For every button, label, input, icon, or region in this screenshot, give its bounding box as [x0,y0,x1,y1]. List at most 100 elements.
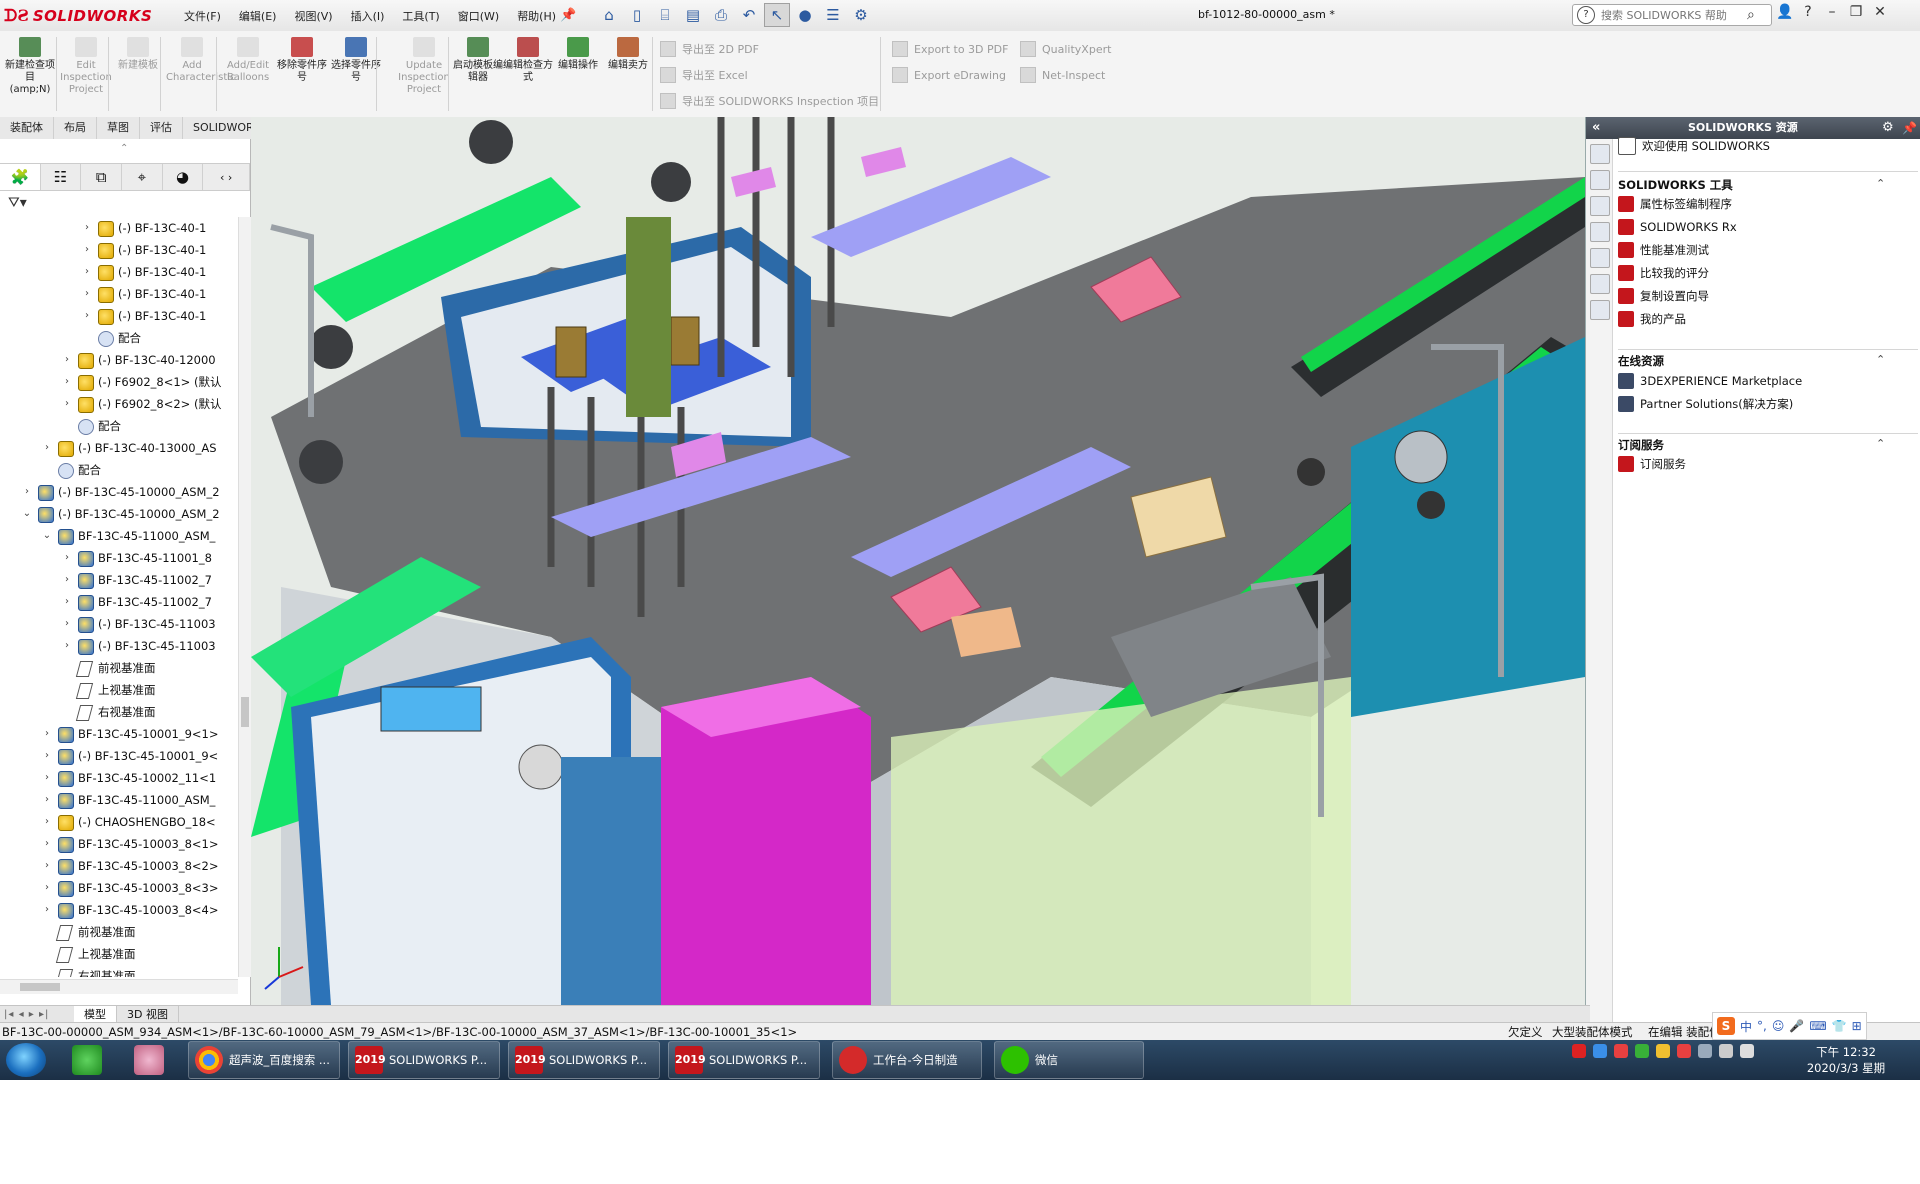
ime-button[interactable]: ⊞ [1852,1019,1862,1033]
subscription-services-link[interactable]: 订阅服务 [1618,455,1686,473]
command-tab[interactable]: 草图 [97,117,140,139]
expand-arrow-icon[interactable]: › [62,591,72,613]
tree-node[interactable]: › BF-13C-45-10003_8<2> [0,855,238,877]
marketplace-link[interactable]: 3DEXPERIENCE Marketplace [1618,372,1802,390]
model-view-tab[interactable]: 3D 视图 [117,1006,179,1023]
tree-node[interactable]: › (-) BF-13C-40-1 [0,283,238,305]
expand-arrow-icon[interactable]: › [82,305,92,327]
restore-icon[interactable]: ❐ [1848,4,1864,20]
ribbon-button[interactable]: 移除零件序号 [276,37,328,84]
expand-arrow-icon[interactable]: › [42,767,52,789]
rebuild-icon[interactable]: ● [792,3,818,27]
property-tab-builder-link[interactable]: 属性标签编制程序 [1618,195,1732,213]
taskbar-item[interactable]: 2019 SOLIDWORKS P... [668,1041,820,1079]
undo-icon[interactable]: ↶ [736,3,762,27]
tree-node[interactable]: › BF-13C-45-11001_8 [0,547,238,569]
menu-item[interactable]: 工具(T) [393,8,448,24]
select-pointer-icon[interactable]: ↖ [764,3,790,27]
start-button[interactable] [6,1043,46,1077]
ribbon-button[interactable]: Edit Inspection Project [60,37,112,96]
tree-node[interactable]: › BF-13C-45-10002_11<1 [0,767,238,789]
options-gear-icon[interactable]: ⚙ [848,3,874,27]
tree-node[interactable]: › (-) F6902_8<1> (默认 [0,371,238,393]
tree-node[interactable]: › (-) BF-13C-40-1 [0,239,238,261]
design-library-tab-icon[interactable] [1590,170,1610,190]
taskbar-item[interactable]: 微信 [994,1041,1144,1079]
tree-node[interactable]: › BF-13C-45-10003_8<3> [0,877,238,899]
tray-network-icon[interactable] [1698,1044,1712,1058]
expand-arrow-icon[interactable]: › [82,261,92,283]
welcome-link[interactable]: 欢迎使用 SOLIDWORKS [1618,137,1770,155]
tree-node[interactable]: 前视基准面 [0,657,238,679]
expand-arrow-icon[interactable]: › [62,371,72,393]
tree-node[interactable]: 配合 [0,415,238,437]
tree-node[interactable]: › (-) BF-13C-45-11003 [0,635,238,657]
ribbon-button[interactable]: 编辑卖方 [602,37,654,72]
ribbon-button[interactable]: 新建模板 [112,37,164,72]
tree-node[interactable]: › (-) BF-13C-45-11003 [0,613,238,635]
taskbar-item[interactable]: 2019 SOLIDWORKS P... [508,1041,660,1079]
tree-node[interactable]: › (-) BF-13C-40-1 [0,305,238,327]
custom-properties-tab-icon[interactable] [1590,274,1610,294]
paint-icon[interactable] [134,1045,164,1075]
tray-volume-icon[interactable] [1740,1044,1754,1058]
dimxpert-tab-icon[interactable]: ⌖ [122,164,163,190]
tree-node[interactable]: 配合 [0,459,238,481]
media-player-icon[interactable] [72,1045,102,1075]
tray-wechat-icon[interactable] [1635,1044,1649,1058]
scroll-thumb[interactable] [20,983,60,991]
expand-arrow-icon[interactable]: › [42,745,52,767]
tree-node[interactable]: › (-) BF-13C-40-13000_AS [0,437,238,459]
file-properties-icon[interactable]: ☰ [820,3,846,27]
expand-arrow-icon[interactable]: › [62,569,72,591]
tree-node[interactable]: 右视基准面 [0,701,238,723]
tree-node[interactable]: › (-) BF-13C-45-10001_9< [0,745,238,767]
ime-button[interactable]: °, [1757,1019,1767,1033]
panel-scroll-arrows-icon[interactable]: ‹ › [203,164,250,190]
ribbon-button[interactable]: Update Inspection Project [398,37,450,96]
expand-arrow-icon[interactable]: › [42,723,52,745]
taskbar-item[interactable]: 超声波_百度搜索 ... [188,1041,340,1079]
export-edrawing[interactable]: Export eDrawing [892,67,1006,83]
tray-bluetooth-icon[interactable] [1593,1044,1607,1058]
property-manager-tab-icon[interactable]: ☷ [41,164,82,190]
filter-icon[interactable]: ⛛▾ [8,195,27,211]
expand-arrow-icon[interactable]: › [62,547,72,569]
collapse-icon[interactable]: « [1592,117,1600,139]
tree-node[interactable]: › (-) F6902_8<2> (默认 [0,393,238,415]
tray-cloud-icon[interactable] [1614,1044,1628,1058]
tree-node[interactable]: › BF-13C-45-10003_8<4> [0,899,238,921]
tree-node[interactable]: › BF-13C-45-10001_9<1> [0,723,238,745]
feature-tree-tab-icon[interactable]: 🧩 [0,164,41,190]
taskbar-item[interactable]: 2019 SOLIDWORKS P... [348,1041,500,1079]
tree-node[interactable]: ⌄ BF-13C-45-11000_ASM_ [0,525,238,547]
sogou-ime-icon[interactable]: S [1717,1017,1735,1035]
menu-item[interactable]: 视图(V) [285,8,341,24]
ime-button[interactable]: 中 [1740,1018,1752,1035]
tree-node[interactable]: › (-) BF-13C-45-10000_ASM_2 [0,481,238,503]
tree-node[interactable]: › BF-13C-45-10003_8<1> [0,833,238,855]
display-manager-tab-icon[interactable]: ◕ [163,164,204,190]
file-explorer-tab-icon[interactable] [1590,196,1610,216]
export-3d-pdf[interactable]: Export to 3D PDF [892,41,1008,57]
tree-node[interactable]: › (-) CHAOSHENGBO_18< [0,811,238,833]
expand-arrow-icon[interactable]: › [62,613,72,635]
help-question-icon[interactable]: ? [1800,4,1816,20]
tray-app2-icon[interactable] [1677,1044,1691,1058]
tray-flag-icon[interactable] [1719,1044,1733,1058]
appearances-tab-icon[interactable] [1590,248,1610,268]
expand-arrow-icon[interactable]: › [42,899,52,921]
ribbon-button[interactable]: 编辑操作 [552,37,604,72]
expand-arrow-icon[interactable]: › [22,481,32,503]
ribbon-button[interactable]: 编辑检查方式 [502,37,554,84]
command-tab[interactable]: 评估 [140,117,183,139]
menu-item[interactable]: 文件(F) [175,8,230,24]
ribbon-button[interactable]: Add Characteristic [166,37,236,84]
save-icon[interactable]: ▤ [680,3,706,27]
view-palette-tab-icon[interactable] [1590,222,1610,242]
tree-horizontal-scrollbar[interactable] [0,979,238,994]
expand-arrow-icon[interactable]: › [62,635,72,657]
forum-tab-icon[interactable] [1590,300,1610,320]
ribbon-button[interactable]: 新建检查项目 (amp;N) [4,37,56,96]
my-products-link[interactable]: 我的产品 [1618,310,1686,328]
